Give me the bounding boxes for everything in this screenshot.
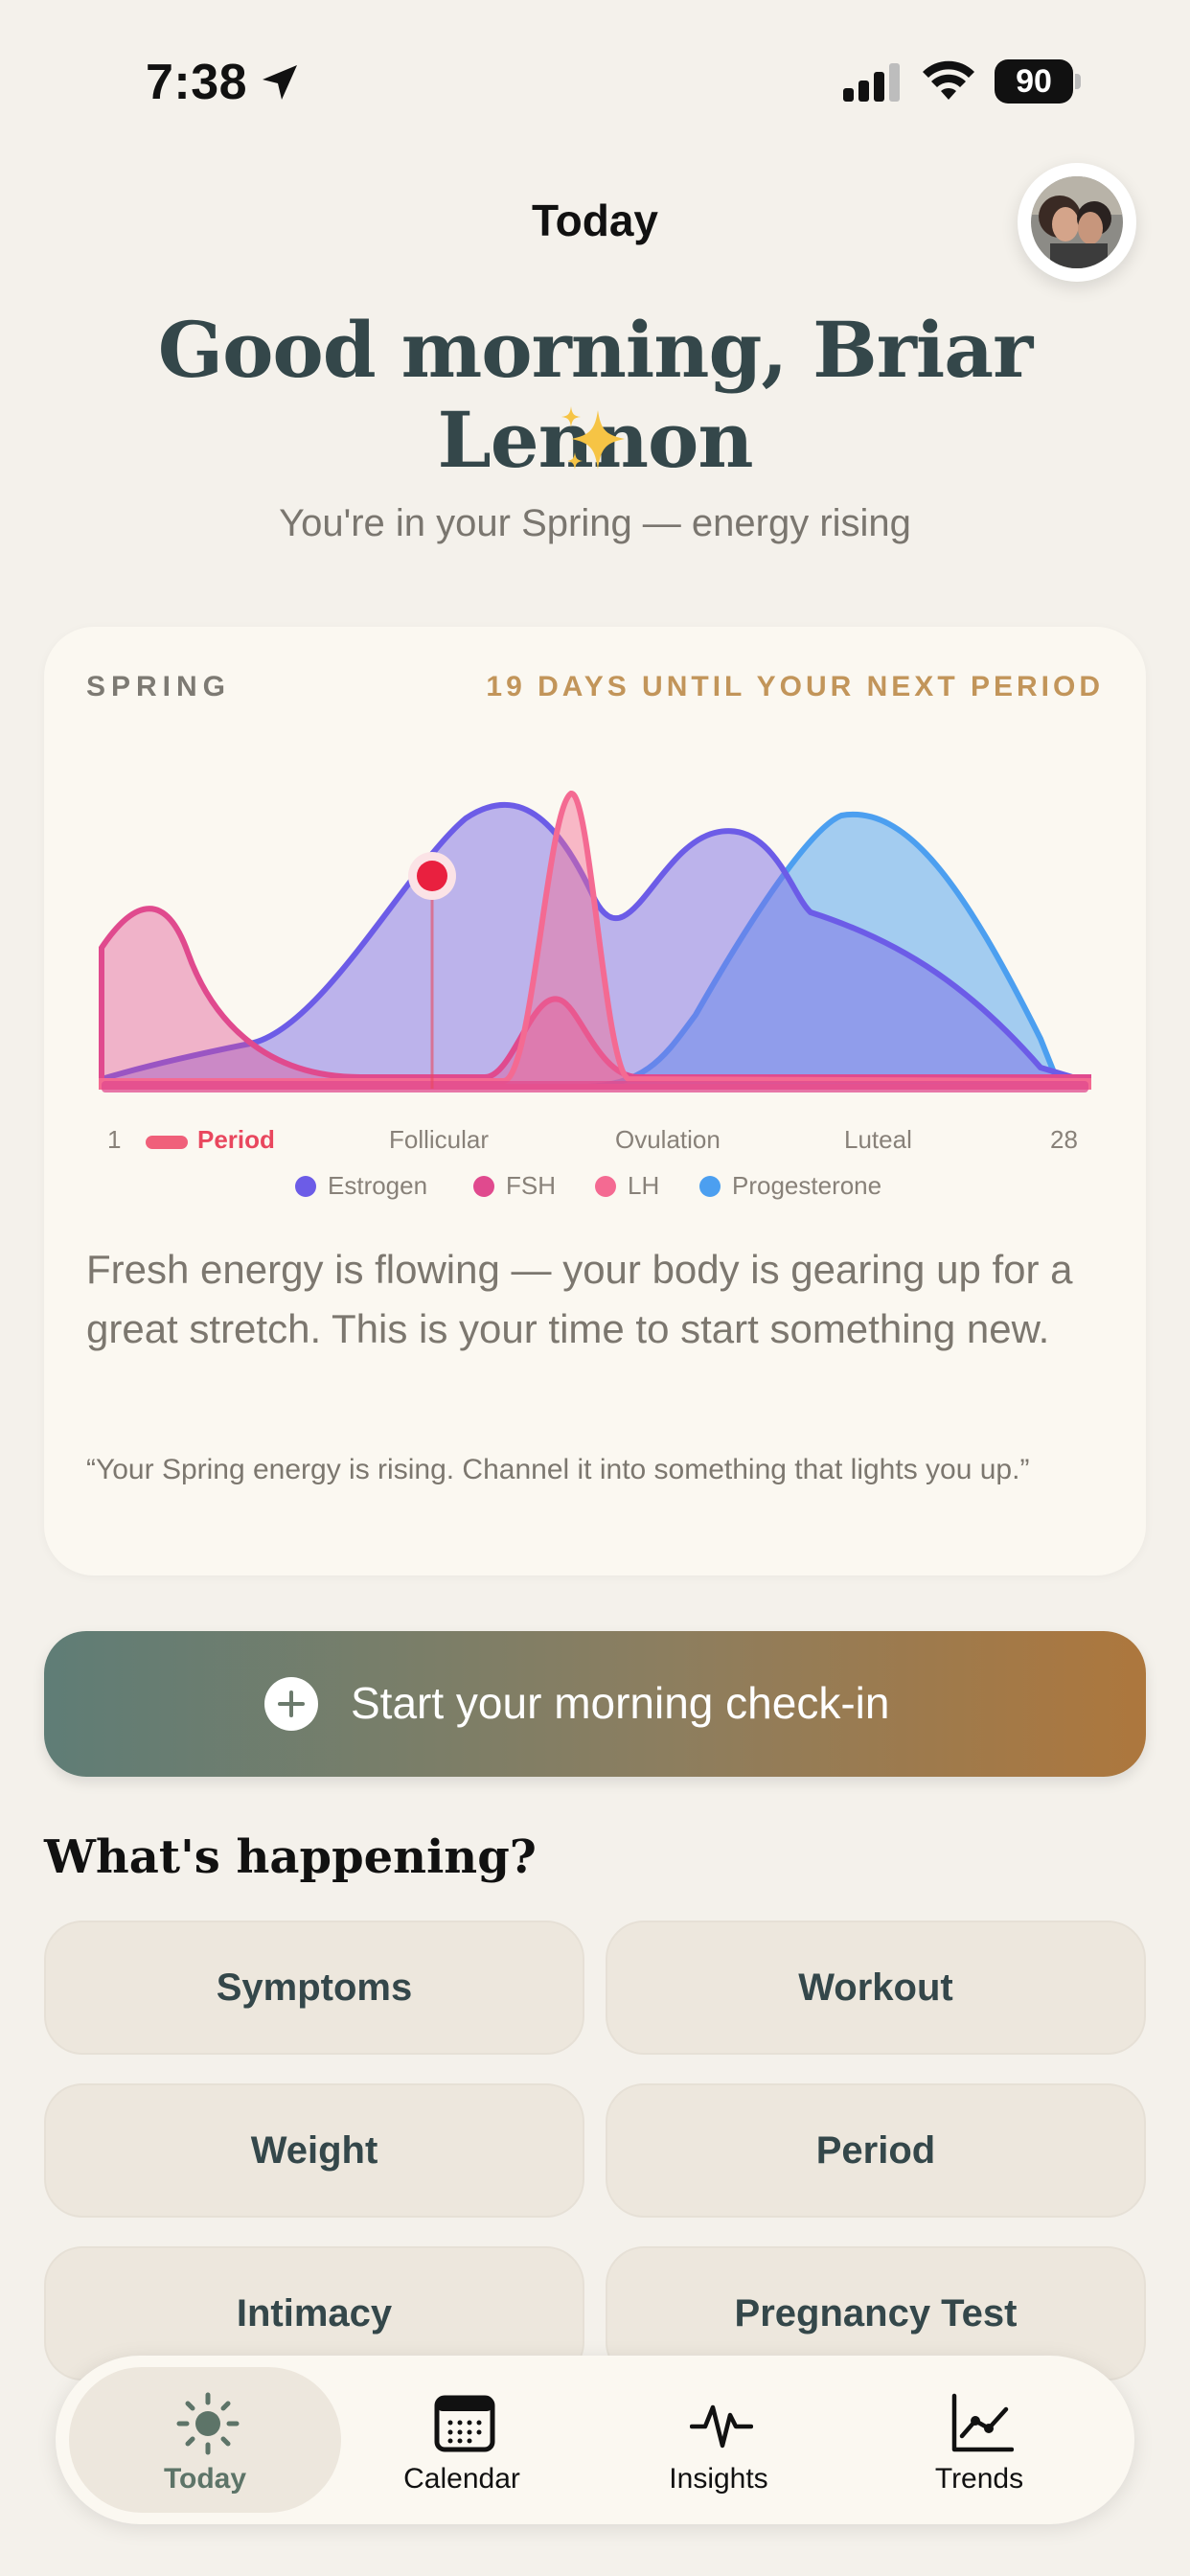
phase-quote: “Your Spring energy is rising. Channel i… (86, 1454, 1030, 1485)
axis-label-follicular: Follicular (389, 1125, 490, 1154)
phase-subtitle: You're in your Spring — energy rising (279, 502, 911, 544)
tab-trends[interactable]: Trends (843, 2367, 1115, 2513)
cycle-phase-card[interactable]: SPRING 19 DAYS UNTIL YOUR NEXT PERIOD 1 … (44, 627, 1146, 1576)
chart-x-axis: 1 Period Follicular Ovulation Luteal 28 (44, 1125, 1146, 1163)
avatar (1031, 176, 1123, 268)
wifi-icon (923, 60, 974, 100)
period-button[interactable]: Period (606, 2083, 1146, 2218)
morning-checkin-button[interactable]: Start your morning check-in (44, 1631, 1146, 1777)
legend-label-fsh: FSH (506, 1171, 556, 1200)
legend-estrogen: Estrogen (295, 1171, 427, 1201)
axis-label-ovulation: Ovulation (615, 1125, 721, 1154)
legend-label-estrogen: Estrogen (328, 1171, 428, 1200)
sparkles-icon (561, 406, 625, 470)
battery-level: 90 (995, 59, 1073, 104)
axis-label-start: 1 (107, 1125, 122, 1154)
checkin-label: Start your morning check-in (351, 1678, 890, 1728)
profile-avatar-button[interactable] (1018, 163, 1136, 282)
legend-label-progesterone: Progesterone (732, 1171, 882, 1200)
legend-dot-lh (595, 1175, 616, 1197)
calendar-icon (434, 2395, 495, 2452)
season-label: SPRING (86, 671, 232, 702)
tab-bar: Today Calendar Insights Trends (56, 2356, 1134, 2524)
tab-today[interactable]: Today (69, 2367, 341, 2513)
phase-description: Fresh energy is flowing — your body is g… (86, 1247, 1073, 1351)
legend-dot-estrogen (295, 1175, 316, 1197)
weight-button[interactable]: Weight (44, 2083, 584, 2218)
chart-legend: Estrogen FSH LH Progesterone (44, 1171, 1146, 1209)
period-countdown: 19 DAYS UNTIL YOUR NEXT PERIOD (486, 671, 1104, 702)
hormone-chart (99, 790, 1091, 1092)
chart-baseline (102, 1081, 1088, 1092)
sun-icon (176, 2392, 240, 2455)
tab-insights[interactable]: Insights (583, 2367, 855, 2513)
legend-dot-fsh (473, 1175, 494, 1197)
tab-label-insights: Insights (669, 2463, 768, 2495)
legend-lh: LH (595, 1171, 659, 1201)
location-arrow-icon (263, 65, 297, 100)
legend-fsh: FSH (473, 1171, 556, 1201)
period-indicator (146, 1136, 188, 1149)
pulse-icon (690, 2404, 753, 2449)
legend-dot-progesterone (699, 1175, 721, 1197)
legend-progesterone: Progesterone (699, 1171, 881, 1201)
status-time: 7:38 (146, 55, 248, 110)
battery-cap (1075, 74, 1081, 89)
today-marker-dot (417, 861, 447, 891)
section-heading: What's happening? (44, 1830, 537, 1884)
trend-chart-icon (951, 2393, 1014, 2452)
battery-icon: 90 (995, 59, 1081, 104)
workout-button[interactable]: Workout (606, 1920, 1146, 2055)
axis-label-end: 28 (1050, 1125, 1078, 1154)
plus-icon (264, 1677, 318, 1731)
legend-label-lh: LH (628, 1171, 660, 1200)
status-bar: 7:38 90 (0, 0, 1190, 163)
tab-label-today: Today (163, 2463, 247, 2495)
symptoms-button[interactable]: Symptoms (44, 1920, 584, 2055)
tab-label-trends: Trends (934, 2463, 1024, 2495)
cellular-signal-icon (843, 63, 900, 102)
axis-label-luteal: Luteal (844, 1125, 912, 1154)
axis-label-period: Period (197, 1125, 275, 1154)
page-title: Today (531, 196, 659, 245)
tab-calendar[interactable]: Calendar (326, 2367, 598, 2513)
tab-label-calendar: Calendar (403, 2463, 520, 2495)
